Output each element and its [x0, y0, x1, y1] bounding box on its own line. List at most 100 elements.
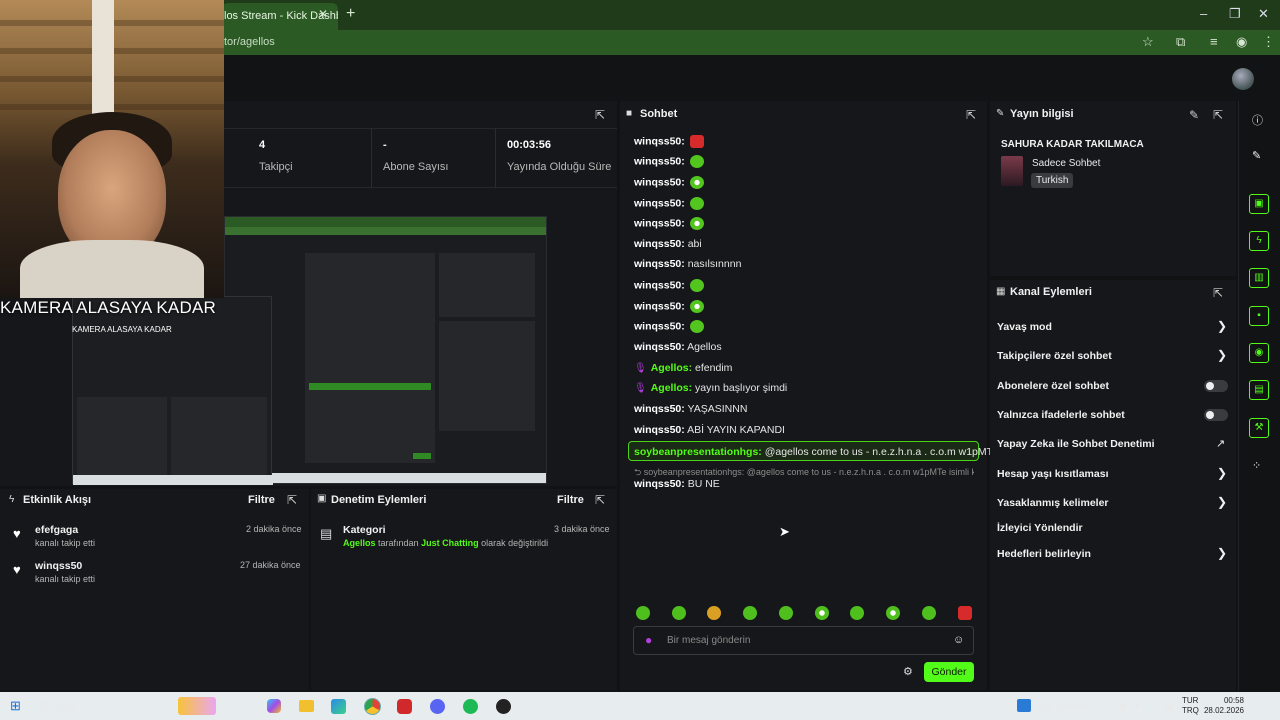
volume-icon[interactable]: ◀	[1164, 700, 1172, 713]
emote-button[interactable]	[886, 606, 900, 620]
chat-username[interactable]: Agellos:	[651, 382, 692, 394]
account-age-item[interactable]: Hesap yaşı kısıtlaması	[997, 468, 1109, 480]
taskbar-search[interactable]: Ara	[58, 701, 75, 713]
emote-button[interactable]	[743, 606, 757, 620]
emote-icon[interactable]	[689, 300, 704, 313]
emote-button[interactable]	[922, 606, 936, 620]
subscribers-only-toggle[interactable]	[1204, 380, 1228, 392]
popout-icon[interactable]: ⇱	[595, 108, 605, 122]
emotes-only-toggle[interactable]	[1204, 409, 1228, 421]
minimize-icon[interactable]: –	[1200, 6, 1207, 21]
activity-filter-button[interactable]: Filtre	[248, 494, 275, 506]
chevron-right-icon[interactable]: ❯	[1217, 319, 1227, 333]
discord-icon[interactable]	[430, 699, 445, 714]
search-icon[interactable]: ⚲	[40, 699, 49, 713]
url-field[interactable]: tor/agellos	[224, 36, 275, 48]
emote-button[interactable]	[779, 606, 793, 620]
followers-only-item[interactable]: Takipçilere özel sohbet	[997, 350, 1112, 362]
chat-username[interactable]: winqss50:	[634, 279, 685, 291]
wifi-icon[interactable]: ◠	[1150, 700, 1160, 713]
chevron-right-icon[interactable]: ❯	[1217, 546, 1227, 560]
mic-tray-icon[interactable]: ♦	[1134, 700, 1140, 712]
file-explorer-icon[interactable]	[299, 700, 314, 712]
emote-icon[interactable]	[689, 135, 704, 148]
flash-icon[interactable]: ϟ	[1249, 231, 1269, 251]
layout-icon[interactable]: ▤	[1249, 380, 1269, 400]
copilot-icon[interactable]	[267, 699, 281, 713]
obs-icon[interactable]	[397, 699, 412, 714]
emote-icon[interactable]	[689, 155, 704, 168]
profile-icon[interactable]: ◉	[1236, 34, 1247, 50]
clock[interactable]: 00:58 28.02.2026	[1202, 696, 1244, 716]
external-link-icon[interactable]: ↗	[1216, 437, 1225, 450]
emote-icon[interactable]	[689, 197, 704, 210]
chat-bubble-icon[interactable]: ▪	[1249, 306, 1269, 326]
emote-button[interactable]	[958, 606, 972, 620]
weather-icon[interactable]	[1017, 699, 1031, 712]
chat-username[interactable]: winqss50:	[634, 300, 685, 312]
chat-username[interactable]: winqss50:	[634, 478, 685, 490]
user-avatar[interactable]	[1232, 68, 1254, 90]
settings-gear-icon[interactable]: ⚙	[903, 665, 913, 678]
more-icon[interactable]: ⁘	[1252, 459, 1261, 472]
chat-username[interactable]: winqss50:	[634, 424, 685, 436]
extensions-icon[interactable]: ⧉	[1176, 34, 1185, 50]
emote-button[interactable]	[815, 606, 829, 620]
popout-icon[interactable]: ⇱	[1213, 108, 1223, 122]
stream-video-preview[interactable]	[224, 216, 547, 484]
ai-moderation-item[interactable]: Yapay Zeka ile Sohbet Denetimi	[997, 438, 1155, 450]
spotify-icon[interactable]	[463, 699, 478, 714]
emote-button[interactable]	[672, 606, 686, 620]
popout-icon[interactable]: ⇱	[287, 493, 297, 507]
tray-icon[interactable]: ◈	[1118, 700, 1126, 713]
emote-button[interactable]	[707, 606, 721, 620]
microphone-icon[interactable]: ●	[645, 633, 652, 647]
emote-icon[interactable]	[689, 176, 704, 189]
popout-icon[interactable]: ⇱	[966, 108, 976, 122]
app-icon[interactable]	[496, 699, 511, 714]
chat-username[interactable]: winqss50:	[634, 176, 685, 188]
pencil-icon[interactable]: ✎	[1252, 149, 1261, 162]
tray-chevron-icon[interactable]: ⌃	[1100, 700, 1109, 713]
popout-icon[interactable]: ⇱	[595, 493, 605, 507]
chevron-right-icon[interactable]: ❯	[1217, 495, 1227, 509]
wrench-icon[interactable]: ⚒	[1249, 418, 1269, 438]
search-highlight-icon[interactable]	[178, 697, 216, 715]
new-tab-icon[interactable]: +	[346, 5, 355, 23]
emote-icon[interactable]	[689, 320, 704, 333]
banned-words-item[interactable]: Yasaklanmış kelimeler	[997, 497, 1109, 509]
bookmark-star-icon[interactable]: ☆	[1142, 34, 1154, 50]
emoji-icon[interactable]: ☺	[953, 634, 964, 646]
keyboard-language[interactable]: TUR TRQ	[1182, 696, 1199, 716]
chat-username[interactable]: winqss50:	[634, 341, 685, 353]
chevron-right-icon[interactable]: ❯	[1217, 348, 1227, 362]
moderation-filter-button[interactable]: Filtre	[557, 494, 584, 506]
emote-button[interactable]	[636, 606, 650, 620]
emote-button[interactable]	[850, 606, 864, 620]
send-button[interactable]: Gönder	[924, 662, 974, 682]
chat-username[interactable]: winqss50:	[634, 320, 685, 332]
chat-username[interactable]: winqss50:	[634, 135, 685, 147]
edge-icon[interactable]	[331, 699, 346, 714]
raid-viewers-item[interactable]: İzleyici Yönlendir	[997, 522, 1083, 534]
chrome-icon[interactable]	[364, 698, 381, 715]
restore-icon[interactable]: ❐	[1229, 6, 1241, 22]
broadcast-icon[interactable]: ◉	[1249, 343, 1269, 363]
chat-username[interactable]: winqss50:	[634, 197, 685, 209]
edit-icon[interactable]: ✎	[1189, 108, 1199, 122]
menu-icon[interactable]: ⋮	[1262, 34, 1275, 50]
set-goals-item[interactable]: Hedefleri belirleyin	[997, 548, 1091, 560]
slow-mode-item[interactable]: Yavaş mod	[997, 321, 1052, 333]
windows-start-icon[interactable]: ⊞	[10, 698, 21, 714]
chat-username[interactable]: Agellos:	[651, 362, 692, 374]
task-view-icon[interactable]: ▭	[234, 700, 244, 713]
tab-close-icon[interactable]: ✕	[318, 7, 328, 21]
notification-icon[interactable]: ▢	[1254, 699, 1264, 712]
chat-username[interactable]: winqss50:	[634, 217, 685, 229]
weather-text[interactable]: Kâr tahmini	[1038, 702, 1089, 713]
emote-icon[interactable]	[689, 279, 704, 292]
popout-icon[interactable]: ⇱	[1213, 286, 1223, 300]
media-icon[interactable]: ≡	[1210, 34, 1218, 49]
close-window-icon[interactable]: ✕	[1258, 6, 1269, 22]
emote-icon[interactable]	[689, 217, 704, 230]
